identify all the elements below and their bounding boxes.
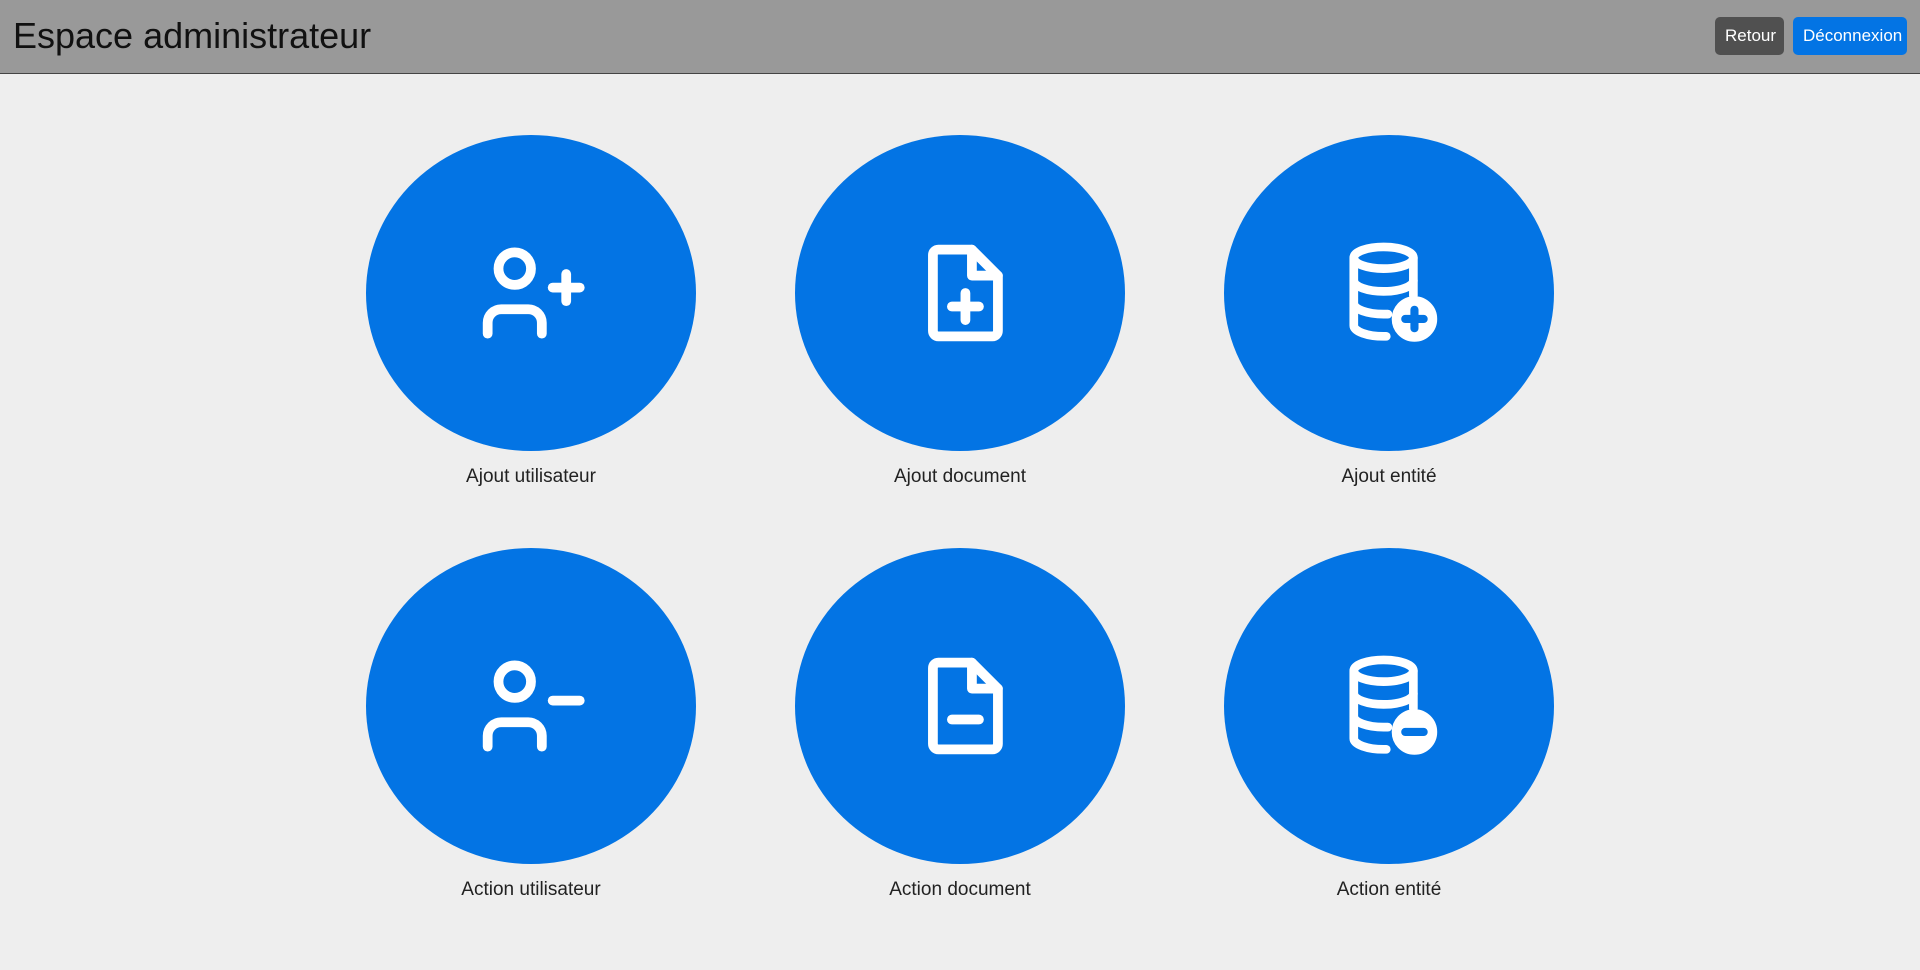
add-entity-button[interactable] [1224, 135, 1554, 451]
page-title: Espace administrateur [13, 15, 372, 56]
manage-document-button[interactable] [795, 548, 1125, 864]
manage-entity-tile[interactable]: Action entité [1224, 548, 1554, 901]
manage-user-label: Action utilisateur [461, 879, 601, 900]
manage-user-tile[interactable]: Action utilisateur [366, 548, 696, 901]
logout-button[interactable]: Déconnexion [1793, 17, 1907, 55]
manage-document-tile[interactable]: Action document [795, 548, 1125, 901]
add-user-label: Ajout utilisateur [466, 466, 596, 487]
database-minus-icon [1349, 655, 1438, 755]
add-user-tile[interactable]: Ajout utilisateur [366, 135, 696, 488]
user-plus-icon [482, 247, 585, 339]
file-plus-icon [928, 244, 1003, 342]
back-button[interactable]: Retour [1715, 17, 1784, 55]
manage-user-button[interactable] [366, 548, 696, 864]
user-minus-icon [482, 660, 585, 752]
add-document-tile[interactable]: Ajout document [795, 135, 1125, 488]
add-entity-tile[interactable]: Ajout entité [1224, 135, 1554, 488]
add-document-button[interactable] [795, 135, 1125, 451]
top-bar: Espace administrateur Retour Déconnexion [0, 0, 1920, 74]
file-minus-icon [928, 657, 1003, 755]
add-document-label: Ajout document [893, 466, 1027, 487]
manage-entity-button[interactable] [1224, 548, 1554, 864]
manage-entity-label: Action entité [1336, 879, 1442, 900]
add-entity-label: Ajout entité [1341, 466, 1437, 487]
add-user-button[interactable] [366, 135, 696, 451]
database-plus-icon [1349, 242, 1438, 342]
manage-document-label: Action document [889, 879, 1031, 900]
